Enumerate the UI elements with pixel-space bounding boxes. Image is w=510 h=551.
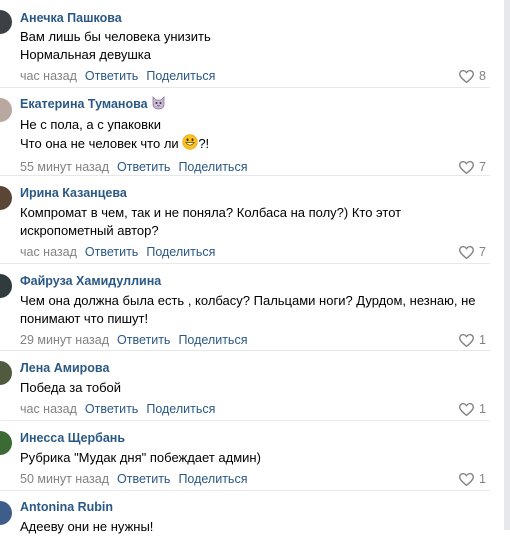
share-button[interactable]: Поделиться — [178, 333, 247, 347]
comment-item: Лена Амирова Победа за тобой час назад От… — [0, 351, 490, 421]
comment-author[interactable]: Ирина Казанцева — [20, 186, 127, 201]
comment-text-line: Чем она должна была есть , колбасу? Паль… — [20, 293, 476, 308]
comment-item: Екатерина Туманова Не с пола, а с упаков… — [0, 88, 490, 176]
heart-icon — [459, 472, 475, 486]
share-button[interactable]: Поделиться — [146, 402, 215, 416]
like-button[interactable]: 7 — [459, 243, 486, 261]
share-button[interactable]: Поделиться — [146, 245, 215, 259]
comment-text: Что она не человек что ли — [20, 136, 179, 151]
reply-button[interactable]: Ответить — [117, 160, 170, 174]
comment-time[interactable]: 55 минут назад — [20, 160, 109, 174]
heart-icon — [459, 333, 475, 347]
comment-item: Инесса Щербань Рубрика "Мудак дня" побеж… — [0, 421, 490, 491]
comment-item: Файруза Хамидуллина Чем она должна была … — [0, 264, 490, 351]
comment-author[interactable]: Анечка Пашкова — [20, 11, 122, 26]
comment-text-line: Нормальная девушка — [20, 47, 152, 62]
comment-item: Ирина Казанцева Компромат в чем, так и н… — [0, 176, 490, 264]
comment-time[interactable]: час назад — [20, 69, 77, 83]
comment-text-line: Компромат в чем, так и не поняла? Колбас… — [20, 205, 402, 220]
comment-item: Antonina Rubin Адееву они не нужны! — [0, 491, 490, 551]
heart-icon — [459, 160, 475, 174]
like-button[interactable]: 1 — [459, 400, 486, 418]
like-count: 7 — [479, 160, 486, 175]
share-button[interactable]: Поделиться — [146, 69, 215, 83]
comment-time[interactable]: 50 минут назад — [20, 472, 109, 486]
comment-text-line: Адееву они не нужны! — [20, 519, 154, 534]
comment-author[interactable]: Инесса Щербань — [20, 431, 125, 446]
comment-text-line: Рубрика "Мудак дня" побеждает админ) — [20, 450, 261, 465]
share-button[interactable]: Поделиться — [178, 160, 247, 174]
comment-time[interactable]: час назад — [20, 402, 77, 416]
comment-time[interactable]: 29 минут назад — [20, 333, 109, 347]
heart-icon — [459, 69, 475, 83]
cat-face-icon — [151, 96, 166, 113]
reply-button[interactable]: Ответить — [85, 69, 138, 83]
comment-text-line: искропометный автор? — [20, 223, 159, 238]
share-button[interactable]: Поделиться — [178, 472, 247, 486]
comment-time[interactable]: час назад — [20, 245, 77, 259]
like-count: 8 — [479, 69, 486, 83]
like-button[interactable]: 8 — [459, 67, 486, 85]
comment-text-line: Не с пола, а с упаковки — [20, 117, 162, 133]
comment-author[interactable]: Antonina Rubin — [20, 500, 113, 515]
comment-text-line: Вам лишь бы человека унизить — [20, 29, 211, 44]
comments-feed: Анечка Пашкова Вам лишь бы человека униз… — [0, 0, 504, 551]
reply-button[interactable]: Ответить — [85, 245, 138, 259]
heart-icon — [459, 245, 475, 259]
comment-text-line-2: Что она не человек что ли ?! — [20, 134, 490, 155]
like-count: 1 — [479, 333, 486, 347]
like-button[interactable]: 1 — [459, 331, 486, 349]
comment-author[interactable]: Файруза Хамидуллина — [20, 274, 161, 289]
like-button[interactable]: 1 — [459, 470, 486, 488]
like-count: 1 — [479, 402, 486, 416]
like-count: 7 — [479, 245, 486, 259]
comment-item: Анечка Пашкова Вам лишь бы человека униз… — [0, 0, 490, 88]
like-count: 1 — [479, 472, 486, 486]
comment-text-line: Победа за тобой — [20, 380, 122, 395]
like-button[interactable]: 7 — [459, 158, 486, 176]
comment-author[interactable]: Лена Амирова — [20, 361, 109, 376]
comment-text-line: понимают что пишут! — [20, 311, 149, 326]
grinning-face-icon — [182, 134, 198, 155]
heart-icon — [459, 402, 475, 416]
reply-button[interactable]: Ответить — [117, 472, 170, 486]
comment-text-suffix: ?! — [198, 136, 210, 151]
scrollbar-track[interactable] — [504, 0, 510, 530]
comment-author[interactable]: Екатерина Туманова — [20, 97, 148, 112]
reply-button[interactable]: Ответить — [85, 402, 138, 416]
reply-button[interactable]: Ответить — [117, 333, 170, 347]
